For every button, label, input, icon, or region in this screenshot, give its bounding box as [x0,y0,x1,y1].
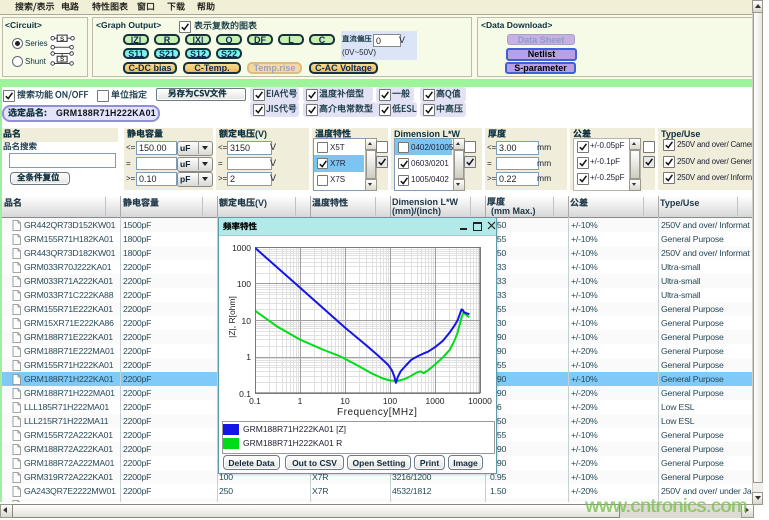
svg-text:S: S [60,36,64,43]
svg-text:S: S [60,56,64,63]
